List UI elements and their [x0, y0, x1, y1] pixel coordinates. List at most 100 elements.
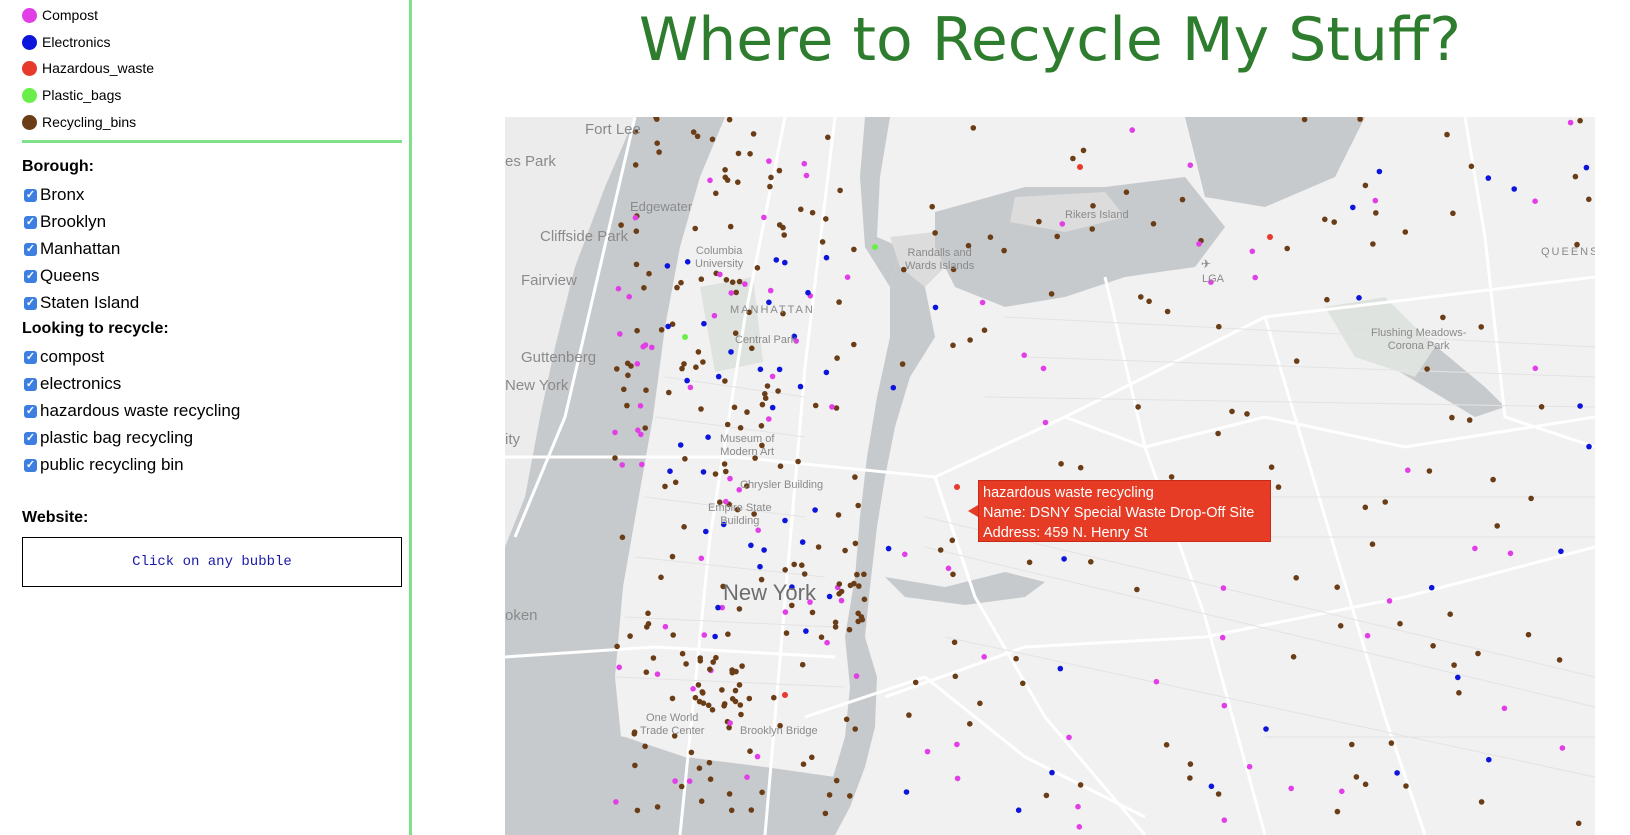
bins-marker[interactable]: [726, 117, 733, 123]
bins-marker[interactable]: [861, 571, 867, 578]
bins-marker[interactable]: [748, 807, 755, 813]
compost-marker[interactable]: [1219, 634, 1226, 641]
bins-marker[interactable]: [744, 409, 750, 415]
bins-marker[interactable]: [1322, 216, 1328, 223]
bins-marker[interactable]: [621, 386, 627, 393]
bins-marker[interactable]: [1036, 218, 1042, 225]
compost-marker[interactable]: [686, 778, 693, 784]
bins-marker[interactable]: [1187, 775, 1193, 781]
bins-marker[interactable]: [795, 458, 801, 465]
bins-marker[interactable]: [729, 279, 736, 285]
compost-marker[interactable]: [755, 527, 761, 533]
bins-marker[interactable]: [801, 571, 808, 577]
bins-marker[interactable]: [823, 216, 829, 222]
bins-marker[interactable]: [783, 630, 790, 636]
bins-marker[interactable]: [614, 643, 620, 650]
compost-marker[interactable]: [701, 632, 708, 638]
bins-marker[interactable]: [809, 209, 816, 216]
bins-marker[interactable]: [681, 524, 687, 530]
compost-marker[interactable]: [707, 177, 713, 184]
bins-marker[interactable]: [631, 731, 638, 737]
compost-marker[interactable]: [1042, 419, 1049, 426]
bins-marker[interactable]: [627, 633, 633, 639]
compost-marker[interactable]: [803, 172, 810, 179]
bins-marker[interactable]: [694, 133, 701, 140]
bins-marker[interactable]: [735, 179, 741, 185]
compost-marker[interactable]: [1221, 702, 1228, 709]
compost-marker[interactable]: [727, 720, 733, 726]
bins-marker[interactable]: [1362, 781, 1369, 788]
bins-marker[interactable]: [1054, 233, 1060, 240]
bins-marker[interactable]: [1403, 783, 1409, 789]
compost-marker[interactable]: [711, 312, 718, 319]
checkmark-icon[interactable]: ✓: [24, 269, 37, 283]
bins-marker[interactable]: [1080, 147, 1087, 154]
bins-marker[interactable]: [721, 703, 727, 709]
electronics-marker[interactable]: [1428, 584, 1435, 591]
checkbox-queens[interactable]: ✓ Queens: [22, 265, 100, 287]
bins-marker[interactable]: [818, 634, 825, 640]
bins-marker[interactable]: [1077, 782, 1084, 788]
bins-marker[interactable]: [654, 804, 661, 810]
bins-marker[interactable]: [1215, 791, 1222, 797]
bins-marker[interactable]: [1475, 650, 1481, 657]
bins-marker[interactable]: [1179, 196, 1186, 203]
bins-marker[interactable]: [737, 702, 744, 708]
bins-marker[interactable]: [1370, 241, 1376, 247]
bins-marker[interactable]: [768, 174, 774, 181]
checkbox-staten-island[interactable]: ✓ Staten Island: [22, 292, 139, 314]
checkmark-icon[interactable]: ✓: [24, 350, 37, 364]
checkbox-hazardous-waste[interactable]: ✓ hazardous waste recycling: [22, 400, 240, 422]
bins-marker[interactable]: [700, 690, 706, 696]
bins-marker[interactable]: [643, 669, 650, 675]
bins-marker[interactable]: [1490, 476, 1496, 483]
bins-marker[interactable]: [852, 540, 859, 547]
compost-marker[interactable]: [829, 404, 835, 410]
bins-marker[interactable]: [1388, 740, 1395, 746]
bins-marker[interactable]: [854, 571, 860, 578]
compost-marker[interactable]: [617, 331, 623, 337]
bins-marker[interactable]: [650, 655, 657, 661]
electronics-marker[interactable]: [1511, 186, 1517, 192]
bins-marker[interactable]: [697, 658, 704, 664]
bins-marker[interactable]: [1362, 182, 1369, 189]
electronics-marker[interactable]: [1208, 783, 1215, 790]
bins-marker[interactable]: [800, 761, 807, 767]
electronics-marker[interactable]: [715, 373, 722, 380]
electronics-marker[interactable]: [703, 528, 709, 535]
bins-marker[interactable]: [952, 673, 959, 680]
bins-marker[interactable]: [692, 225, 698, 232]
bins-marker[interactable]: [1058, 461, 1064, 467]
compost-marker[interactable]: [613, 799, 619, 805]
bins-marker[interactable]: [834, 355, 840, 361]
bins-marker[interactable]: [1337, 623, 1344, 629]
electronics-marker[interactable]: [797, 383, 804, 390]
bins-marker[interactable]: [1150, 221, 1157, 227]
bins-marker[interactable]: [736, 278, 743, 285]
compost-marker[interactable]: [1249, 248, 1256, 255]
electronics-marker[interactable]: [1263, 726, 1269, 732]
bins-marker[interactable]: [1334, 808, 1341, 815]
bins-marker[interactable]: [852, 474, 858, 480]
bins-marker[interactable]: [1164, 308, 1171, 315]
electronics-marker[interactable]: [769, 404, 776, 411]
bins-marker[interactable]: [836, 299, 842, 305]
bins-marker[interactable]: [912, 679, 919, 686]
electronics-marker[interactable]: [826, 593, 833, 600]
electronics-marker[interactable]: [1061, 556, 1067, 562]
electronics-marker[interactable]: [1356, 295, 1362, 301]
electronics-marker[interactable]: [812, 507, 818, 513]
bins-marker[interactable]: [987, 234, 994, 240]
bins-marker[interactable]: [666, 389, 672, 396]
bins-marker[interactable]: [1577, 117, 1583, 124]
bins-marker[interactable]: [709, 707, 716, 713]
hazardous-marker[interactable]: [1267, 234, 1273, 240]
bins-marker[interactable]: [693, 364, 699, 370]
bins-marker[interactable]: [670, 632, 676, 638]
bins-marker[interactable]: [855, 610, 861, 617]
checkbox-compost[interactable]: ✓ compost: [22, 346, 104, 368]
electronics-marker[interactable]: [932, 304, 939, 311]
electronics-marker[interactable]: [1486, 756, 1492, 763]
bins-marker[interactable]: [771, 694, 777, 701]
bins-marker[interactable]: [1229, 408, 1235, 415]
